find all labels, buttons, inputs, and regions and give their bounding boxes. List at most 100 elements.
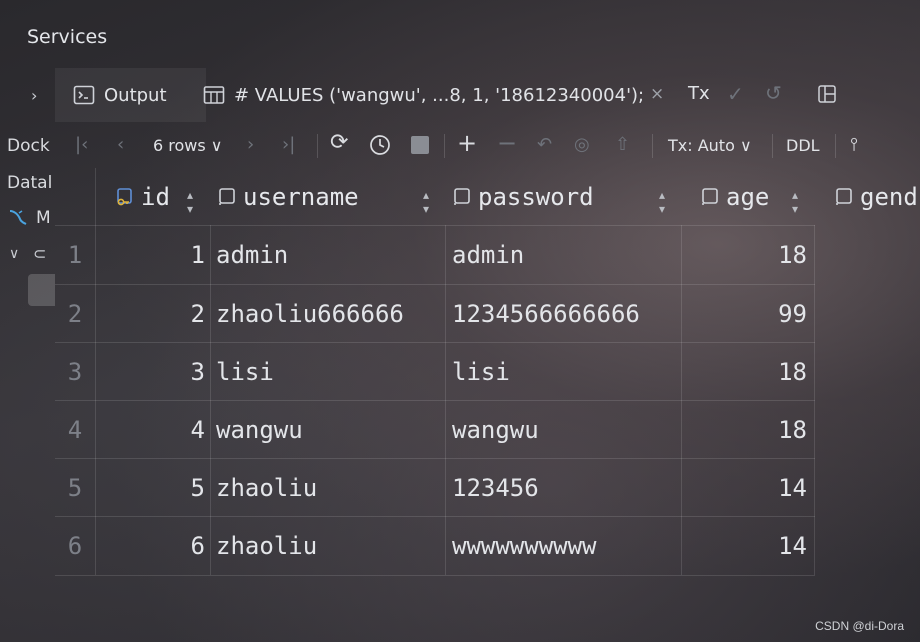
table-row[interactable]: 6 6 zhaoliu wwwwwwwwww 14 [55,516,815,576]
row-number: 2 [67,300,83,328]
cell-age[interactable]: 14 [681,517,807,575]
column-header-password[interactable]: password [452,168,662,225]
column-header-label: gend [860,182,918,211]
tab-sql-result[interactable]: # VALUES ('wangwu', ...8, 1, '1861234000… [203,68,644,122]
cell-id[interactable]: 1 [95,226,205,284]
toolbar-divider [772,134,773,158]
cell-id[interactable]: 6 [95,517,205,575]
column-icon [836,187,852,205]
column-header-label: id [141,182,170,211]
preview-icon[interactable]: ◎ [574,134,590,155]
cell-username[interactable]: wangwu [216,401,442,459]
tx-mode-label: Tx: Auto [668,136,735,155]
ddl-button[interactable]: DDL [786,136,820,155]
prev-page-icon[interactable]: ‹ [117,134,124,155]
tree-item-database[interactable]: Datal [7,173,55,193]
refresh-icon[interactable]: ⟳ [330,130,348,155]
rows-selector[interactable]: 6 rows ∨ [153,136,223,155]
column-header-username[interactable]: username [217,168,427,225]
first-page-icon[interactable]: |‹ [75,134,88,155]
result-toolbar: |‹ ‹ 6 rows ∨ › ›| ⟳ + − ↶ ◎ ⇧ Tx: Auto … [55,122,920,168]
table-row[interactable]: 5 5 zhaoliu 123456 14 [55,458,815,517]
table-row[interactable]: 3 3 lisi lisi 18 [55,342,815,401]
cell-age[interactable]: 18 [681,343,807,401]
row-number: 1 [67,241,83,269]
mysql-icon [9,210,27,225]
sort-icon[interactable]: ▴ ▾ [423,188,429,216]
cell-age[interactable]: 99 [681,285,807,343]
cell-password[interactable]: lisi [452,343,678,401]
table-icon [203,86,225,104]
column-header-gender[interactable]: gend [834,168,920,225]
toolbar-divider [317,134,318,158]
column-icon [702,187,718,205]
column-header-label: password [478,182,594,211]
row-number: 3 [67,358,83,386]
cell-age[interactable]: 18 [681,401,807,459]
tab-output[interactable]: Output [55,68,206,122]
pin-icon[interactable]: ⫯ [850,134,858,155]
undo-icon[interactable]: ↺ [765,81,782,105]
table-row[interactable]: 4 4 wangwu wangwu 18 [55,400,815,459]
tree-item-docker[interactable]: Dock [7,136,55,156]
column-icon [454,187,470,205]
cell-id[interactable]: 5 [95,459,205,517]
sort-icon[interactable]: ▴ ▾ [659,188,665,216]
sort-icon[interactable]: ▴ ▾ [187,188,193,216]
close-icon[interactable]: × [650,84,664,104]
cell-username[interactable]: zhaoliu [216,517,442,575]
cell-id[interactable]: 4 [95,401,205,459]
chevron-down-icon[interactable]: ∨ [9,246,19,262]
cell-id[interactable]: 3 [95,343,205,401]
last-page-icon[interactable]: ›| [282,134,295,155]
watermark: CSDN @di-Dora [815,619,904,633]
chevron-right-icon[interactable]: › [31,86,37,105]
grid-header: id ▴ ▾ username ▴ ▾ password ▴ ▾ age ▴ ▾… [55,168,920,225]
column-icon [219,187,235,205]
layout-icon[interactable] [818,85,836,103]
tree-item-mysql-label[interactable]: M [36,208,51,228]
tab-bar: Output # VALUES ('wangwu', ...8, 1, '186… [55,68,920,122]
table-row[interactable]: 2 2 zhaoliu666666 1234566666666 99 [55,284,815,343]
row-number: 6 [67,532,83,560]
key-column-icon [117,187,132,205]
cell-age[interactable]: 14 [681,459,807,517]
toolbar-divider [835,134,836,158]
rows-label: 6 rows [153,136,206,155]
output-console-icon [73,85,95,105]
column-header-label: username [243,182,359,211]
next-page-icon[interactable]: › [247,134,254,155]
cell-id[interactable]: 2 [95,285,205,343]
tx-label[interactable]: Tx [688,83,710,104]
row-number: 5 [67,474,83,502]
column-header-age[interactable]: age [700,168,800,225]
stop-icon[interactable] [411,136,429,154]
cell-username[interactable]: zhaoliu666666 [216,285,442,343]
toolbar-divider [652,134,653,158]
connection-icon: ⊂ [33,244,47,263]
check-icon[interactable]: ✓ [727,82,744,106]
add-row-icon[interactable]: + [457,129,477,157]
services-tree-panel: › Dock Datal M ∨ ⊂ [0,0,55,642]
cell-password[interactable]: wwwwwwwwww [452,517,678,575]
cell-username[interactable]: zhaoliu [216,459,442,517]
cell-password[interactable]: 123456 [452,459,678,517]
sort-icon[interactable]: ▴ ▾ [792,188,798,216]
delete-row-icon[interactable]: − [497,129,517,157]
chevron-down-icon: ∨ [210,136,223,155]
cell-password[interactable]: 1234566666666 [452,285,678,343]
column-header-label: age [726,182,770,211]
tree-item-selected[interactable] [28,274,55,306]
row-number: 4 [67,416,83,444]
cell-password[interactable]: admin [452,226,678,284]
cell-username[interactable]: lisi [216,343,442,401]
submit-icon[interactable]: ⇧ [615,134,630,155]
cell-password[interactable]: wangwu [452,401,678,459]
revert-icon[interactable]: ↶ [537,134,552,155]
table-row[interactable]: 1 1 admin admin 18 [55,225,815,284]
cell-age[interactable]: 18 [681,226,807,284]
tab-output-label: Output [104,84,167,106]
cell-username[interactable]: admin [216,226,442,284]
history-icon[interactable] [369,134,391,156]
tx-mode-selector[interactable]: Tx: Auto ∨ [668,136,752,155]
